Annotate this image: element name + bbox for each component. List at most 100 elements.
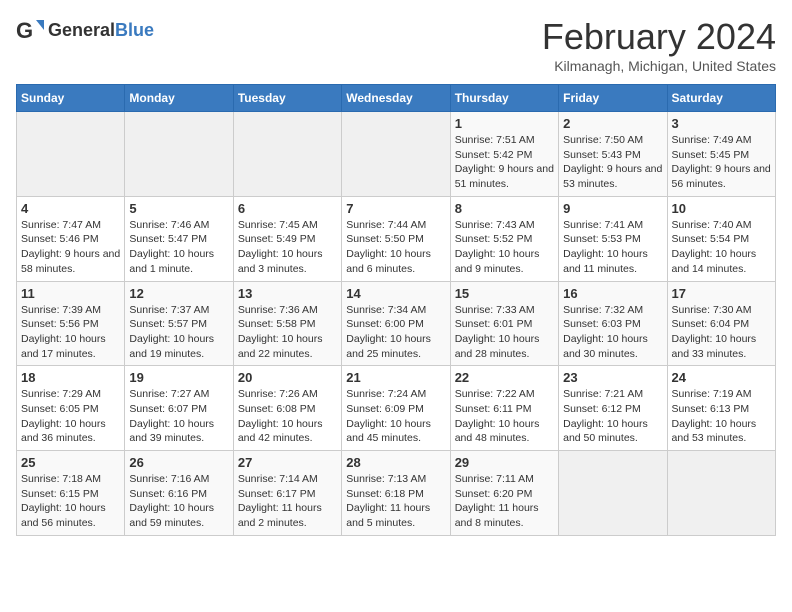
calendar-cell: 23 Sunrise: 7:21 AMSunset: 6:12 PMDayligh… <box>559 366 667 451</box>
calendar-cell: 21 Sunrise: 7:24 AMSunset: 6:09 PMDayligh… <box>342 366 450 451</box>
calendar-body: 1 Sunrise: 7:51 AMSunset: 5:42 PMDaylight… <box>17 112 776 536</box>
day-number: 28 <box>346 455 445 470</box>
day-number: 4 <box>21 201 120 216</box>
day-number: 18 <box>21 370 120 385</box>
calendar-cell: 20Sunrise: 7:26 AMSunset: 6:08 PMDayligh… <box>233 366 341 451</box>
calendar-cell: 7Sunrise: 7:44 AMSunset: 5:50 PMDaylight… <box>342 196 450 281</box>
day-info: Sunrise: 7:37 AMSunset: 5:57 PMDaylight:… <box>129 303 228 362</box>
calendar-cell <box>342 112 450 197</box>
day-number: 21 <box>346 370 445 385</box>
day-number: 26 <box>129 455 228 470</box>
day-info: Sunrise: 7:47 AMSunset: 5:46 PMDaylight:… <box>21 218 120 277</box>
header-day-sunday: Sunday <box>17 85 125 112</box>
day-number: 20 <box>238 370 337 385</box>
day-number: 17 <box>672 286 771 301</box>
day-info: Sunrise: 7:36 AMSunset: 5:58 PMDaylight:… <box>238 303 337 362</box>
location: Kilmanagh, Michigan, United States <box>542 58 776 74</box>
calendar-cell: 12 Sunrise: 7:37 AMSunset: 5:57 PMDayligh… <box>125 281 233 366</box>
header-day-tuesday: Tuesday <box>233 85 341 112</box>
day-info: Sunrise: 7:45 AMSunset: 5:49 PMDaylight:… <box>238 218 337 277</box>
day-info: Sunrise: 7:22 AMSunset: 6:11 PMDaylight:… <box>455 387 554 446</box>
header-row: SundayMondayTuesdayWednesdayThursdayFrid… <box>17 85 776 112</box>
week-row-4: 25 Sunrise: 7:18 AMSunset: 6:15 PMDayligh… <box>17 451 776 536</box>
day-info: Sunrise: 7:49 AMSunset: 5:45 PMDaylight:… <box>672 133 771 192</box>
day-info: Sunrise: 7:24 AMSunset: 6:09 PMDaylight:… <box>346 387 445 446</box>
calendar-cell: 26 Sunrise: 7:16 AMSunset: 6:16 PMDayligh… <box>125 451 233 536</box>
week-row-1: 4 Sunrise: 7:47 AMSunset: 5:46 PMDaylight… <box>17 196 776 281</box>
calendar-cell: 29 Sunrise: 7:11 AMSunset: 6:20 PMDayligh… <box>450 451 558 536</box>
calendar-cell: 18 Sunrise: 7:29 AMSunset: 6:05 PMDayligh… <box>17 366 125 451</box>
day-number: 13 <box>238 286 337 301</box>
calendar-cell: 28 Sunrise: 7:13 AMSunset: 6:18 PMDayligh… <box>342 451 450 536</box>
calendar-cell: 8 Sunrise: 7:43 AMSunset: 5:52 PMDaylight… <box>450 196 558 281</box>
day-number: 12 <box>129 286 228 301</box>
week-row-3: 18 Sunrise: 7:29 AMSunset: 6:05 PMDayligh… <box>17 366 776 451</box>
day-number: 16 <box>563 286 662 301</box>
calendar-cell: 22 Sunrise: 7:22 AMSunset: 6:11 PMDayligh… <box>450 366 558 451</box>
calendar-cell: 19 Sunrise: 7:27 AMSunset: 6:07 PMDayligh… <box>125 366 233 451</box>
day-info: Sunrise: 7:41 AMSunset: 5:53 PMDaylight:… <box>563 218 662 277</box>
header-day-wednesday: Wednesday <box>342 85 450 112</box>
day-info: Sunrise: 7:18 AMSunset: 6:15 PMDaylight:… <box>21 472 120 531</box>
logo-text-blue: Blue <box>115 20 154 40</box>
day-number: 19 <box>129 370 228 385</box>
day-number: 29 <box>455 455 554 470</box>
day-info: Sunrise: 7:43 AMSunset: 5:52 PMDaylight:… <box>455 218 554 277</box>
day-number: 23 <box>563 370 662 385</box>
calendar-cell <box>17 112 125 197</box>
day-number: 24 <box>672 370 771 385</box>
day-info: Sunrise: 7:51 AMSunset: 5:42 PMDaylight:… <box>455 133 554 192</box>
day-number: 8 <box>455 201 554 216</box>
header-day-thursday: Thursday <box>450 85 558 112</box>
calendar-cell: 27 Sunrise: 7:14 AMSunset: 6:17 PMDayligh… <box>233 451 341 536</box>
day-number: 6 <box>238 201 337 216</box>
logo-icon: G <box>16 16 44 44</box>
calendar-cell: 9 Sunrise: 7:41 AMSunset: 5:53 PMDaylight… <box>559 196 667 281</box>
day-info: Sunrise: 7:50 AMSunset: 5:43 PMDaylight:… <box>563 133 662 192</box>
week-row-0: 1 Sunrise: 7:51 AMSunset: 5:42 PMDaylight… <box>17 112 776 197</box>
day-info: Sunrise: 7:27 AMSunset: 6:07 PMDaylight:… <box>129 387 228 446</box>
calendar-cell <box>233 112 341 197</box>
calendar-table: SundayMondayTuesdayWednesdayThursdayFrid… <box>16 84 776 536</box>
calendar-cell: 1 Sunrise: 7:51 AMSunset: 5:42 PMDaylight… <box>450 112 558 197</box>
day-number: 10 <box>672 201 771 216</box>
day-info: Sunrise: 7:21 AMSunset: 6:12 PMDaylight:… <box>563 387 662 446</box>
day-number: 15 <box>455 286 554 301</box>
day-info: Sunrise: 7:44 AMSunset: 5:50 PMDaylight:… <box>346 218 445 277</box>
day-info: Sunrise: 7:39 AMSunset: 5:56 PMDaylight:… <box>21 303 120 362</box>
calendar-cell <box>559 451 667 536</box>
day-info: Sunrise: 7:13 AMSunset: 6:18 PMDaylight:… <box>346 472 445 531</box>
calendar-cell <box>667 451 775 536</box>
day-info: Sunrise: 7:33 AMSunset: 6:01 PMDaylight:… <box>455 303 554 362</box>
calendar-cell: 15 Sunrise: 7:33 AMSunset: 6:01 PMDayligh… <box>450 281 558 366</box>
day-number: 14 <box>346 286 445 301</box>
day-number: 1 <box>455 116 554 131</box>
day-info: Sunrise: 7:11 AMSunset: 6:20 PMDaylight:… <box>455 472 554 531</box>
calendar-cell: 2Sunrise: 7:50 AMSunset: 5:43 PMDaylight… <box>559 112 667 197</box>
day-info: Sunrise: 7:16 AMSunset: 6:16 PMDaylight:… <box>129 472 228 531</box>
calendar-cell <box>125 112 233 197</box>
calendar-cell: 3Sunrise: 7:49 AMSunset: 5:45 PMDaylight… <box>667 112 775 197</box>
title-block: February 2024 Kilmanagh, Michigan, Unite… <box>542 16 776 74</box>
month-title: February 2024 <box>542 16 776 58</box>
page-header: G GeneralBlue February 2024 Kilmanagh, M… <box>16 16 776 74</box>
calendar-cell: 13 Sunrise: 7:36 AMSunset: 5:58 PMDayligh… <box>233 281 341 366</box>
day-number: 25 <box>21 455 120 470</box>
day-number: 9 <box>563 201 662 216</box>
day-info: Sunrise: 7:14 AMSunset: 6:17 PMDaylight:… <box>238 472 337 531</box>
day-info: Sunrise: 7:19 AMSunset: 6:13 PMDaylight:… <box>672 387 771 446</box>
calendar-header: SundayMondayTuesdayWednesdayThursdayFrid… <box>17 85 776 112</box>
calendar-cell: 11Sunrise: 7:39 AMSunset: 5:56 PMDayligh… <box>17 281 125 366</box>
day-info: Sunrise: 7:29 AMSunset: 6:05 PMDaylight:… <box>21 387 120 446</box>
calendar-cell: 4 Sunrise: 7:47 AMSunset: 5:46 PMDaylight… <box>17 196 125 281</box>
logo-text-general: General <box>48 20 115 40</box>
svg-text:G: G <box>16 18 33 43</box>
day-number: 27 <box>238 455 337 470</box>
day-info: Sunrise: 7:32 AMSunset: 6:03 PMDaylight:… <box>563 303 662 362</box>
week-row-2: 11Sunrise: 7:39 AMSunset: 5:56 PMDayligh… <box>17 281 776 366</box>
header-day-monday: Monday <box>125 85 233 112</box>
calendar-cell: 5Sunrise: 7:46 AMSunset: 5:47 PMDaylight… <box>125 196 233 281</box>
day-info: Sunrise: 7:34 AMSunset: 6:00 PMDaylight:… <box>346 303 445 362</box>
calendar-cell: 25 Sunrise: 7:18 AMSunset: 6:15 PMDayligh… <box>17 451 125 536</box>
day-number: 22 <box>455 370 554 385</box>
